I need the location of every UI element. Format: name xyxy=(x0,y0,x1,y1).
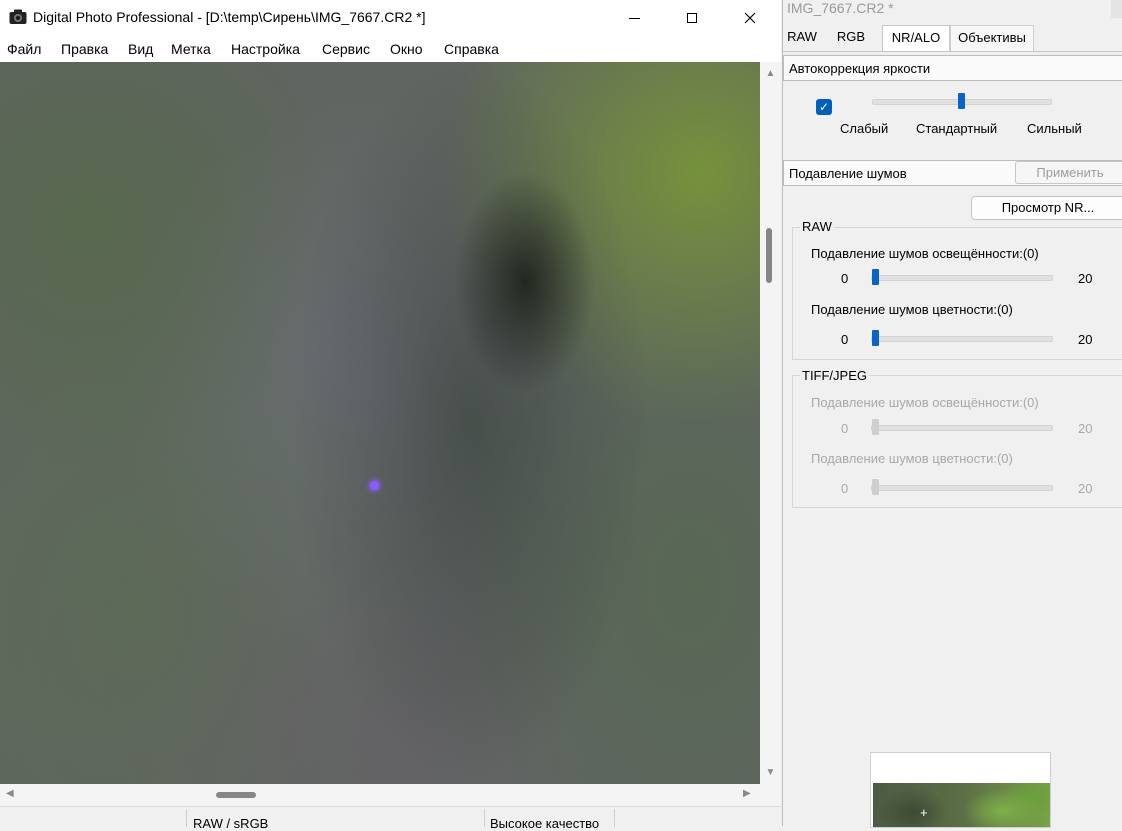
raw-luminance-thumb[interactable] xyxy=(872,269,879,285)
vertical-scroll-thumb[interactable] xyxy=(766,228,772,283)
close-icon xyxy=(744,12,756,24)
camera-icon xyxy=(9,9,27,24)
menu-help[interactable]: Справка xyxy=(444,41,499,57)
apply-button[interactable]: Применить xyxy=(1015,161,1122,184)
alo-enable-checkbox[interactable]: ✓ xyxy=(816,99,832,115)
alo-header-label: Автокоррекция яркости xyxy=(789,61,931,76)
raw-chroma-track[interactable] xyxy=(871,336,1053,342)
alo-level-high: Сильный xyxy=(1027,121,1082,136)
raw-chroma-thumb[interactable] xyxy=(872,330,879,346)
vertical-scrollbar[interactable]: ▲ ▼ xyxy=(760,62,781,784)
check-icon: ✓ xyxy=(818,100,830,114)
main-window: Digital Photo Professional - [D:\temp\Си… xyxy=(0,0,781,831)
tiff-chroma-max: 20 xyxy=(1078,481,1093,496)
palette-title: IMG_7667.CR2 * xyxy=(787,0,894,16)
alo-slider-thumb[interactable] xyxy=(958,93,965,109)
tiff-luminance-min: 0 xyxy=(841,421,849,436)
tab-divider xyxy=(783,51,1122,52)
menu-window[interactable]: Окно xyxy=(390,41,423,57)
raw-chroma-min: 0 xyxy=(841,332,849,347)
tiff-luminance-thumb xyxy=(872,419,879,435)
raw-luminance-label: Подавление шумов освещённости:(0) xyxy=(811,246,1039,261)
tab-lens[interactable]: Объективы xyxy=(950,25,1034,51)
tiff-group-label: TIFF/JPEG xyxy=(800,368,869,383)
scroll-left-icon[interactable]: ◀ xyxy=(6,788,14,799)
menu-edit[interactable]: Правка xyxy=(61,41,108,57)
status-bar: RAW / sRGB Высокое качество xyxy=(0,806,781,831)
minimize-button[interactable] xyxy=(605,0,663,36)
raw-chroma-max: 20 xyxy=(1078,332,1093,347)
alo-section-header: Автокоррекция яркости xyxy=(783,55,1122,81)
image-viewer[interactable] xyxy=(0,62,760,784)
status-separator xyxy=(186,809,187,827)
menu-tools[interactable]: Сервис xyxy=(322,41,370,57)
raw-chroma-label: Подавление шумов цветности:(0) xyxy=(811,302,1013,317)
navigator-crosshair: + xyxy=(920,805,928,820)
minimize-icon xyxy=(628,17,640,19)
tiff-chroma-thumb xyxy=(872,479,879,495)
scroll-up-icon[interactable]: ▲ xyxy=(760,68,781,79)
alo-level-standard: Стандартный xyxy=(916,121,998,136)
raw-group-label: RAW xyxy=(800,219,834,234)
navigator-thumbnail[interactable]: + xyxy=(870,752,1051,828)
maximize-icon xyxy=(687,13,697,23)
tiff-luminance-label: Подавление шумов освещённости:(0) xyxy=(811,395,1039,410)
tiff-luminance-max: 20 xyxy=(1078,421,1093,436)
raw-luminance-track[interactable] xyxy=(871,275,1053,281)
menu-settings[interactable]: Настройка xyxy=(231,41,300,57)
status-quality: Высокое качество xyxy=(490,816,600,831)
nr-preview-button[interactable]: Просмотр NR... xyxy=(971,196,1122,220)
tiff-chroma-min: 0 xyxy=(841,481,849,496)
scroll-down-icon[interactable]: ▼ xyxy=(760,767,781,778)
tiff-chroma-track xyxy=(871,485,1053,491)
status-separator xyxy=(614,809,615,827)
horizontal-scroll-thumb[interactable] xyxy=(216,792,256,798)
scrollbar-corner xyxy=(760,784,781,806)
maximize-button[interactable] xyxy=(663,0,721,36)
menu-file[interactable]: Файл xyxy=(7,41,41,57)
tool-palette: IMG_7667.CR2 * RAW RGB NR/ALO Объективы … xyxy=(782,0,1122,828)
close-button[interactable] xyxy=(721,0,779,36)
nr-header-label: Подавление шумов xyxy=(789,166,907,181)
menu-view[interactable]: Вид xyxy=(128,41,153,57)
alo-level-low: Слабый xyxy=(840,121,889,136)
status-color-space: RAW / sRGB xyxy=(193,816,269,831)
raw-luminance-min: 0 xyxy=(841,271,849,286)
tab-rgb[interactable]: RGB xyxy=(831,25,871,50)
horizontal-scrollbar[interactable]: ◀ ▶ xyxy=(0,784,760,806)
image-highlight-dot xyxy=(370,481,379,490)
title-bar: Digital Photo Professional - [D:\temp\Си… xyxy=(0,0,781,36)
status-separator xyxy=(484,809,485,827)
scroll-right-icon[interactable]: ▶ xyxy=(743,788,751,799)
palette-tabs: RAW RGB NR/ALO Объективы xyxy=(783,25,1122,51)
window-title: Digital Photo Professional - [D:\temp\Си… xyxy=(33,9,426,25)
palette-close-area[interactable] xyxy=(1111,0,1122,18)
tab-raw[interactable]: RAW xyxy=(783,25,821,50)
tiff-luminance-track xyxy=(871,425,1053,431)
menu-label[interactable]: Метка xyxy=(171,41,211,57)
raw-luminance-max: 20 xyxy=(1078,271,1093,286)
navigator-photo: + xyxy=(873,783,1050,827)
menu-bar: Файл Правка Вид Метка Настройка Сервис О… xyxy=(0,36,781,62)
tab-nr-alo[interactable]: NR/ALO xyxy=(882,25,950,51)
tiff-chroma-label: Подавление шумов цветности:(0) xyxy=(811,451,1013,466)
